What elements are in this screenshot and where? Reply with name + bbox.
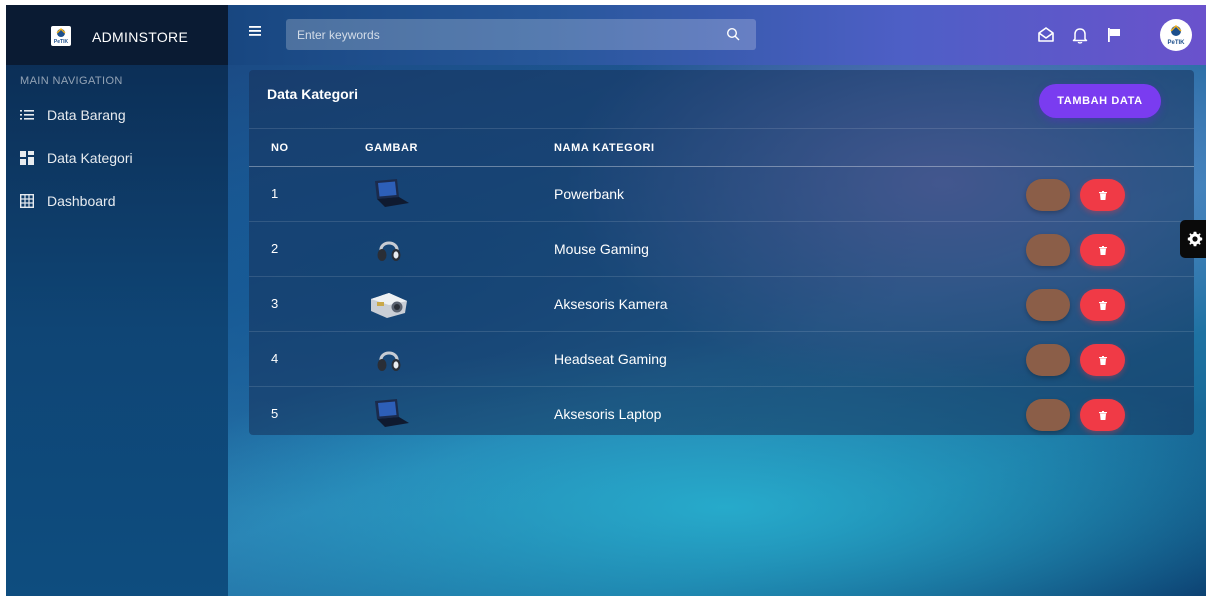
table-row: 3 Aksesoris Kamera	[249, 277, 1194, 332]
table-row: 5 Aksesoris Laptop	[249, 387, 1194, 442]
add-data-button[interactable]: TAMBAH DATA	[1039, 84, 1161, 118]
app-title: ADMINSTORE	[92, 29, 189, 45]
trash-icon	[1098, 410, 1107, 420]
edit-button[interactable]	[1026, 399, 1070, 431]
table-icon	[19, 193, 35, 209]
menu-icon[interactable]	[249, 24, 263, 38]
sidebar: MAIN NAVIGATION Data Barang Data Kategor…	[6, 65, 228, 596]
sidebar-item-label: Dashboard	[47, 193, 116, 209]
edit-button[interactable]	[1026, 289, 1070, 321]
category-name: Aksesoris Laptop	[554, 406, 662, 422]
category-name: Powerbank	[554, 186, 625, 202]
laptop-thumbnail	[367, 175, 411, 213]
delete-button[interactable]	[1080, 234, 1125, 266]
avatar-text: PeTIK	[1167, 40, 1185, 46]
laptop-thumbnail	[367, 395, 411, 433]
table-row: 4 Headseat Gaming	[249, 332, 1194, 387]
sidebar-item-label: Data Barang	[47, 107, 126, 123]
envelope-icon[interactable]	[1036, 25, 1056, 45]
bell-icon[interactable]	[1070, 25, 1090, 45]
headphones-thumbnail	[367, 230, 411, 268]
search-input[interactable]	[286, 19, 716, 50]
trash-icon	[1098, 300, 1107, 310]
card-title: Data Kategori	[267, 86, 359, 102]
search-icon[interactable]	[726, 27, 740, 41]
trash-icon	[1098, 190, 1107, 200]
search-box	[286, 19, 756, 50]
sidebar-item-data-kategori[interactable]: Data Kategori	[6, 138, 228, 178]
brand-logo-text: PeTIK	[54, 39, 69, 45]
row-number: 1	[271, 186, 279, 201]
settings-gear-button[interactable]	[1180, 220, 1206, 258]
brand-logo: PeTIK	[51, 26, 71, 46]
table-row: 2 Mouse Gaming	[249, 222, 1194, 277]
row-number: 4	[271, 351, 279, 366]
sidebar-item-dashboard[interactable]: Dashboard	[6, 181, 228, 221]
sidebar-item-label: Data Kategori	[47, 150, 133, 166]
table-header: NO GAMBAR NAMA KATEGORI	[249, 129, 1194, 167]
edit-button[interactable]	[1026, 344, 1070, 376]
brand[interactable]: PeTIK ADMINSTORE	[6, 5, 228, 65]
column-header-nama-kategori: NAMA KATEGORI	[554, 142, 655, 154]
column-header-no: NO	[271, 142, 289, 154]
camera-thumbnail	[367, 285, 411, 323]
avatar[interactable]: PeTIK	[1160, 19, 1192, 51]
category-name: Headseat Gaming	[554, 351, 667, 367]
delete-button[interactable]	[1080, 344, 1125, 376]
delete-button[interactable]	[1080, 289, 1125, 321]
headphones-thumbnail	[367, 340, 411, 378]
sidebar-item-data-barang[interactable]: Data Barang	[6, 95, 228, 135]
app-frame: PeTIK ADMINSTORE Enter keywords PeTIK MA…	[6, 5, 1206, 596]
delete-button[interactable]	[1080, 179, 1125, 211]
category-name: Aksesoris Kamera	[554, 296, 668, 312]
column-header-gambar: GAMBAR	[365, 142, 419, 154]
delete-button[interactable]	[1080, 399, 1125, 431]
edit-button[interactable]	[1026, 234, 1070, 266]
trash-icon	[1098, 355, 1107, 365]
category-name: Mouse Gaming	[554, 241, 649, 257]
row-number: 2	[271, 241, 279, 256]
trash-icon	[1098, 245, 1107, 255]
grid-icon	[20, 151, 34, 165]
table-row: 1 Powerbank	[249, 167, 1194, 222]
kategori-card: Data Kategori TAMBAH DATA NO GAMBAR NAMA…	[249, 70, 1194, 435]
row-number: 5	[271, 406, 279, 421]
topbar: PeTIK ADMINSTORE Enter keywords PeTIK	[6, 5, 1206, 65]
list-icon	[20, 108, 34, 122]
nav-heading: MAIN NAVIGATION	[20, 75, 123, 87]
flag-icon[interactable]	[1104, 25, 1124, 45]
gear-icon	[1187, 231, 1203, 247]
row-number: 3	[271, 296, 279, 311]
edit-button[interactable]	[1026, 179, 1070, 211]
